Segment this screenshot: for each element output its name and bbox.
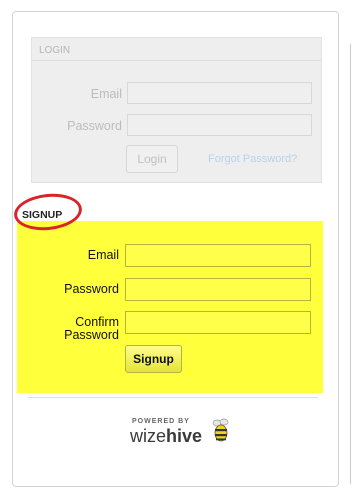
forgot-password-link[interactable]: Forgot Password? [208,153,297,165]
logo-wordmark-prefix: wize [130,426,167,446]
login-password-label: Password [67,119,122,133]
signup-email-input[interactable] [125,244,311,267]
powered-by-text: POWERED BY [132,418,190,425]
footer-divider [28,397,318,398]
wizehive-logo: POWERED BY wizehive [130,418,240,458]
logo-wordmark-suffix: hive [166,426,203,446]
signup-password-input[interactable] [125,278,311,301]
login-header: LOGIN [32,38,321,61]
signup-confirm-label-line2: Password [64,328,119,342]
logo-wordmark: wizehive [130,426,202,447]
login-email-input[interactable] [127,82,312,104]
signup-password-label: Password [64,282,119,296]
page-edge-divider [350,44,351,484]
signup-button[interactable]: Signup [125,345,182,373]
signup-confirm-password-input[interactable] [125,311,311,334]
bee-icon [212,418,229,442]
signup-section: Email Password Confirm Password Signup [17,221,323,393]
login-password-input[interactable] [127,114,312,136]
login-email-label: Email [90,87,122,101]
login-button[interactable]: Login [126,145,178,173]
signup-email-label: Email [87,248,119,262]
login-section: LOGIN Email Password Login Forgot Passwo… [31,37,322,183]
